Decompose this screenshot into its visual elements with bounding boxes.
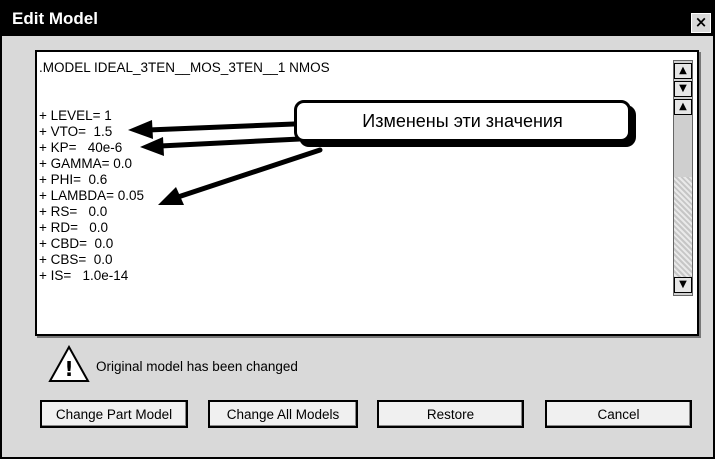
change-part-model-button[interactable]: Change Part Model <box>40 400 188 428</box>
arrowhead-kp <box>140 137 164 156</box>
change-all-models-button[interactable]: Change All Models <box>208 400 358 428</box>
arrow-kp <box>157 136 303 149</box>
restore-button[interactable]: Restore <box>377 400 524 428</box>
warning-message: Original model has been changed <box>96 359 298 374</box>
annotation-callout: Изменены эти значения <box>294 100 631 142</box>
warning-glyph: ! <box>64 357 73 381</box>
annotation-arrows <box>128 120 323 205</box>
edit-model-dialog: Edit Model × .MODEL IDEAL_3TEN__MOS_3TEN… <box>0 0 715 459</box>
cancel-button[interactable]: Cancel <box>545 400 692 428</box>
arrow-lambda <box>175 147 323 200</box>
warning-icon: ! <box>48 345 90 382</box>
arrow-vto <box>145 121 297 133</box>
arrowhead-vto <box>128 120 153 139</box>
callout-text: Изменены эти значения <box>362 111 563 131</box>
